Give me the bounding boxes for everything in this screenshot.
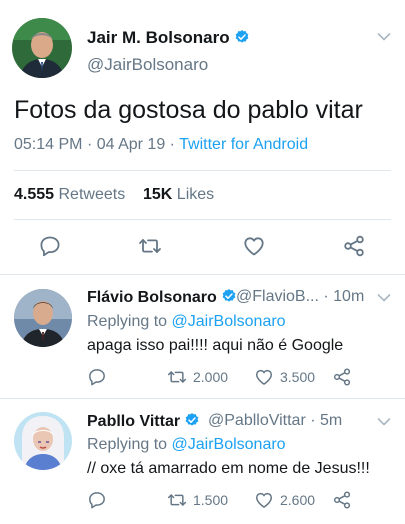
like-button[interactable]: 3.500	[254, 367, 315, 387]
tweet-stats: 4.555 Retweets 15K Likes	[14, 186, 214, 204]
retweet-button[interactable]: 2.000	[167, 367, 228, 387]
share-button[interactable]	[332, 490, 352, 510]
meta-separator: ·	[169, 136, 180, 153]
author-handle[interactable]: @JairBolsonaro	[87, 55, 208, 75]
like-icon	[254, 367, 274, 387]
replying-to: Replying to @JairBolsonaro	[87, 313, 286, 331]
author-name-text: Pabllo Vittar	[87, 413, 181, 430]
like-count: 3.500	[280, 369, 316, 385]
retweets-count: 4.555	[14, 186, 55, 203]
author-handle-time[interactable]: @PablloVittar · 5m	[208, 412, 342, 430]
retweet-icon	[167, 367, 187, 387]
tweet-text: Fotos da gostosa do pablo vitar	[14, 96, 363, 124]
retweet-icon	[167, 490, 187, 510]
retweet-count: 1.500	[193, 492, 229, 508]
likes-count: 15K	[142, 186, 173, 203]
chevron-down-icon[interactable]	[377, 417, 391, 427]
author-handle: @FlavioB...	[236, 288, 319, 305]
retweet-icon	[138, 234, 162, 258]
share-icon	[332, 490, 352, 510]
replying-handle[interactable]: @JairBolsonaro	[172, 313, 286, 330]
tweet-date: 04 Apr 19	[96, 136, 166, 153]
retweets-stat[interactable]: 4.555 Retweets	[14, 186, 125, 203]
reply-button[interactable]	[38, 234, 62, 258]
share-button[interactable]	[332, 367, 352, 387]
avatar[interactable]	[14, 289, 72, 347]
main-tweet: Jair M. Bolsonaro @JairBolsonaro Fotos d…	[0, 0, 405, 274]
author-name[interactable]: Jair M. Bolsonaro	[87, 28, 250, 48]
replying-handle[interactable]: @JairBolsonaro	[172, 436, 286, 453]
time-separator: ·	[318, 288, 334, 305]
retweet-count: 2.000	[193, 369, 229, 385]
avatar-photo	[14, 412, 72, 470]
retweets-label: Retweets	[58, 186, 126, 203]
chevron-down-icon[interactable]	[377, 293, 391, 303]
verified-badge-icon	[221, 288, 237, 304]
reply-tweet[interactable]: Flávio Bolsonaro @FlavioB... · 10m Reply…	[0, 275, 405, 398]
like-icon	[242, 234, 266, 258]
reply-button[interactable]	[87, 367, 107, 387]
tweet-meta: 05:14 PM · 04 Apr 19 · Twitter for Andro…	[14, 136, 308, 154]
verified-badge-icon	[184, 412, 200, 428]
avatar-photo	[14, 289, 72, 347]
time-ago: 10m	[333, 288, 365, 305]
likes-label: Likes	[176, 186, 215, 203]
divider	[14, 219, 391, 220]
time-ago: 5m	[320, 412, 343, 429]
like-button[interactable]: 2.600	[254, 490, 315, 510]
tweet-time: 05:14 PM	[14, 136, 83, 153]
share-icon	[342, 234, 366, 258]
author-handle: @PablloVittar	[208, 412, 306, 429]
reply-tweet[interactable]: Pabllo Vittar @PablloVittar · 5m Replyin…	[0, 399, 405, 524]
reply-text: apaga isso pai!!!! aqui não é Google	[87, 337, 344, 354]
like-count: 2.600	[280, 492, 316, 508]
like-icon	[254, 490, 274, 510]
avatar-photo	[12, 18, 72, 78]
avatar[interactable]	[12, 18, 72, 78]
reply-button[interactable]	[87, 490, 107, 510]
share-button[interactable]	[342, 234, 366, 258]
replying-to: Replying to @JairBolsonaro	[87, 436, 286, 454]
retweet-button[interactable]: 1.500	[167, 490, 228, 510]
avatar[interactable]	[14, 412, 72, 470]
divider	[14, 170, 391, 171]
replying-label: Replying to	[87, 436, 168, 453]
reply-icon	[38, 234, 62, 258]
author-handle-time[interactable]: @FlavioB... · 10m	[236, 288, 364, 306]
tweet-actions	[0, 234, 405, 262]
author-name[interactable]: Pabllo Vittar	[87, 412, 200, 431]
retweet-button[interactable]	[138, 234, 162, 258]
reply-text: // oxe tá amarrado em nome de Jesus!!!	[87, 460, 370, 477]
meta-separator: ·	[86, 136, 97, 153]
author-name[interactable]: Flávio Bolsonaro	[87, 288, 237, 307]
author-name-text: Jair M. Bolsonaro	[87, 28, 230, 47]
verified-badge-icon	[234, 29, 250, 45]
like-button[interactable]	[242, 234, 266, 258]
replying-label: Replying to	[87, 313, 168, 330]
reply-icon	[87, 367, 107, 387]
tweet-source[interactable]: Twitter for Android	[179, 136, 308, 153]
likes-stat[interactable]: 15K Likes	[143, 186, 214, 203]
reply-icon	[87, 490, 107, 510]
time-separator: ·	[305, 412, 320, 429]
author-name-text: Flávio Bolsonaro	[87, 289, 217, 306]
share-icon	[332, 367, 352, 387]
chevron-down-icon[interactable]	[377, 32, 391, 42]
